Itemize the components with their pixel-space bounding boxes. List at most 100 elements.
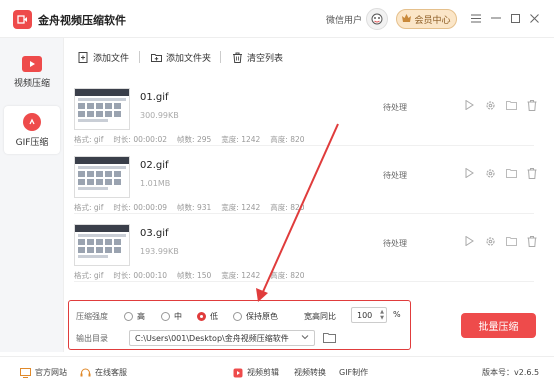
file-meta: 格式: gif 时长: 00:00:10 帧数: 150 宽度: 1242 高度: 82… (74, 270, 305, 281)
file-name: 02.gif (140, 160, 169, 171)
delete-icon[interactable] (526, 167, 538, 179)
batch-compress-button[interactable]: 批量压缩 (461, 313, 536, 338)
radio-circle (233, 312, 242, 321)
version-label: 版本号：v2.6.5 (482, 368, 540, 377)
open-folder-icon[interactable] (505, 167, 517, 179)
file-name: 03.gif (140, 228, 169, 239)
video-edit-label: 视频剪辑 (247, 368, 279, 377)
folder-icon[interactable] (323, 332, 336, 343)
delete-icon[interactable] (526, 235, 538, 247)
output-dir-value: C:\Users\001\Desktop\金舟视频压缩软件 (135, 333, 289, 343)
add-folder-icon (151, 52, 162, 63)
user-name[interactable]: 微信用户 (326, 13, 362, 26)
radio-label: 低 (210, 312, 218, 321)
output-dir-select[interactable]: C:\Users\001\Desktop\金舟视频压缩软件 (129, 330, 315, 346)
row-actions (463, 235, 538, 247)
radio-circle (161, 312, 170, 321)
file-size: 1.01MB (140, 179, 171, 188)
strength-high-radio[interactable]: 高 (124, 311, 145, 322)
file-row[interactable]: 02.gif 1.01MB 待处理格式: gif 时长: 00:00:09 帧数: 93… (74, 150, 537, 214)
sidebar-item-video-compress[interactable]: 视频压缩 (4, 48, 60, 96)
file-row[interactable]: 01.gif 300.99KB 待处理 格式: gif 时长: 00:00:02 帧数: … (74, 82, 537, 146)
sidebar-item-gif-compress[interactable]: GIF压缩 (4, 106, 60, 154)
strength-low-radio[interactable]: 低 (197, 311, 218, 322)
delete-icon[interactable] (526, 99, 538, 111)
strength-keep-color-radio[interactable]: 保持原色 (233, 311, 278, 322)
toolbar-divider (220, 51, 221, 63)
file-status: 待处理 (383, 103, 407, 112)
width-meta: 宽度: 1242 (221, 135, 261, 144)
video-icon (22, 55, 42, 72)
add-file-button[interactable]: 添加文件 (78, 51, 129, 64)
avatar[interactable] (366, 8, 388, 30)
open-folder-icon[interactable] (505, 235, 517, 247)
duration-meta: 时长: 00:00:02 (113, 135, 168, 144)
height-meta: 高度: 820 (270, 135, 305, 144)
toolbar: 添加文件 添加文件夹 清空列表 (64, 38, 554, 76)
official-website-link[interactable]: 官方网站 (20, 367, 67, 378)
format-meta: 格式: gif (74, 135, 104, 144)
play-icon[interactable] (463, 235, 475, 247)
settings-gear-icon[interactable] (484, 99, 496, 111)
vip-center-button[interactable]: 会员中心 (396, 9, 457, 29)
file-size: 193.99KB (140, 247, 179, 256)
gif-icon (23, 112, 41, 131)
width-meta: 宽度: 1242 (221, 271, 261, 280)
video-edit-icon (232, 368, 243, 378)
strength-medium-radio[interactable]: 中 (161, 311, 182, 322)
row-divider (74, 145, 534, 146)
open-folder-icon[interactable] (505, 99, 517, 111)
radio-circle-selected (197, 312, 206, 321)
radio-label: 高 (137, 312, 145, 321)
add-folder-label: 添加文件夹 (166, 54, 212, 64)
minimize-icon[interactable] (488, 10, 504, 26)
sidebar-item-label: 视频压缩 (13, 78, 50, 89)
frames-meta: 帧数: 295 (177, 135, 212, 144)
ratio-input[interactable]: 100 ▲ ▼ (351, 307, 387, 323)
file-meta: 格式: gif 时长: 00:00:02 帧数: 295 宽度: 1242 高度: 82… (74, 134, 305, 145)
height-meta: 高度: 820 (270, 203, 305, 212)
row-actions (463, 167, 538, 179)
add-folder-button[interactable]: 添加文件夹 (151, 51, 211, 64)
frames-meta: 帧数: 931 (177, 203, 212, 212)
online-support-label: 在线客服 (95, 368, 127, 377)
video-convert-label: 视频转换 (294, 368, 326, 377)
play-icon[interactable] (463, 167, 475, 179)
add-file-label: 添加文件 (93, 54, 130, 64)
format-meta: 格式: gif (74, 203, 104, 212)
output-dir-label: 输出目录 (76, 334, 108, 343)
title-bar: 金舟视频压缩软件 微信用户 会员中心 (0, 0, 554, 38)
file-row[interactable]: 03.gif 193.99KB 待处理 格式: gif 时长: 00:00:10 帧数: … (74, 218, 537, 282)
chevron-down-icon (301, 333, 309, 343)
play-icon[interactable] (463, 99, 475, 111)
height-meta: 高度: 820 (270, 271, 305, 280)
file-name: 01.gif (140, 92, 169, 103)
online-support-link[interactable]: 在线客服 (80, 367, 127, 378)
video-edit-link[interactable]: 视频剪辑 (232, 367, 279, 378)
add-file-icon (78, 52, 89, 63)
headset-icon (80, 368, 91, 378)
duration-meta: 时长: 00:00:09 (113, 203, 168, 212)
settings-gear-icon[interactable] (484, 235, 496, 247)
video-convert-link[interactable]: 视频转换 (294, 367, 326, 378)
file-thumbnail (74, 88, 130, 130)
maximize-icon[interactable] (507, 10, 523, 26)
settings-gear-icon[interactable] (484, 167, 496, 179)
file-thumbnail (74, 224, 130, 266)
gif-make-link[interactable]: GIF制作 (339, 367, 368, 378)
aspect-ratio-label: 宽高同比 (304, 312, 336, 321)
ratio-unit: % (393, 310, 401, 319)
ratio-value: 100 (357, 310, 373, 320)
ratio-stepper[interactable]: ▲ ▼ (380, 309, 384, 321)
row-divider (74, 281, 534, 282)
format-meta: 格式: gif (74, 271, 104, 280)
close-icon[interactable] (526, 10, 542, 26)
file-status: 待处理 (383, 239, 407, 248)
toolbar-divider (139, 51, 140, 63)
menu-icon[interactable] (468, 10, 484, 26)
duration-meta: 时长: 00:00:10 (113, 271, 168, 280)
gif-make-label: GIF制作 (339, 368, 369, 377)
clear-list-button[interactable]: 清空列表 (232, 51, 283, 64)
file-status: 待处理 (383, 171, 407, 180)
trash-icon (232, 52, 243, 63)
